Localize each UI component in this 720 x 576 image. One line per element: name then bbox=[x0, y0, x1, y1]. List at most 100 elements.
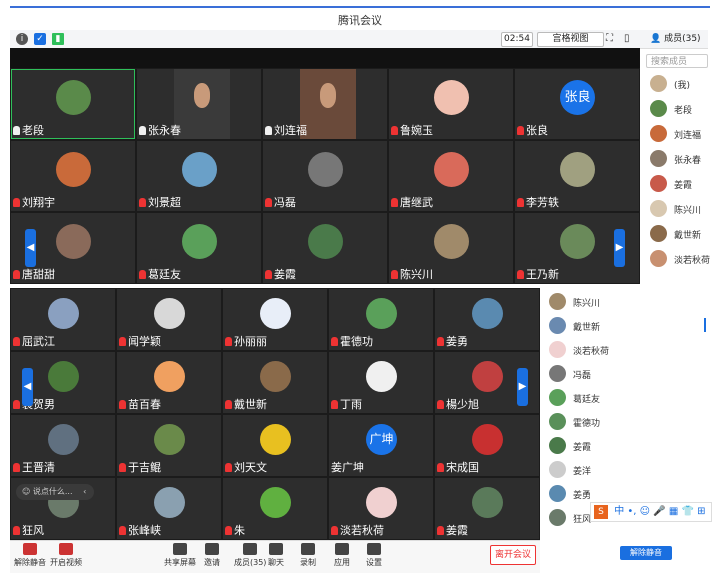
member-list-item[interactable]: 霍德功 bbox=[549, 412, 709, 432]
avatar bbox=[549, 341, 566, 358]
member-name: 刘连福 bbox=[674, 131, 702, 141]
video-tile[interactable]: 丁雨 bbox=[329, 352, 433, 413]
video-tile[interactable]: 王晋清 bbox=[11, 415, 115, 476]
member-list-item[interactable]: 戴世新 bbox=[650, 224, 710, 244]
chat-input[interactable]: ☺ 说点什么... ‹ bbox=[16, 484, 94, 500]
video-tile[interactable]: 刘景超 bbox=[137, 141, 261, 211]
participant-name-text: 王晋清 bbox=[22, 461, 55, 474]
video-tile[interactable]: 宋成国 bbox=[435, 415, 539, 476]
mic-muted-icon bbox=[517, 126, 524, 135]
avatar bbox=[549, 461, 566, 478]
avatar bbox=[260, 424, 291, 455]
mic-muted-icon bbox=[13, 463, 20, 472]
video-tile[interactable]: 刘天文 bbox=[223, 415, 327, 476]
member-list-item[interactable]: 戴世新 bbox=[549, 316, 709, 336]
participant-name-text: 霍德功 bbox=[340, 335, 373, 348]
participant-name-text: 冯磊 bbox=[274, 196, 296, 209]
shield-icon[interactable]: ✓ bbox=[34, 33, 46, 45]
video-tile[interactable]: 朱 bbox=[223, 478, 327, 539]
chevron-left-icon[interactable]: ‹ bbox=[83, 487, 86, 496]
avatar bbox=[560, 152, 595, 187]
next-page-arrow-2[interactable]: ▶ bbox=[517, 368, 528, 406]
leave-meeting-button[interactable]: 离开会议 bbox=[490, 545, 536, 565]
info-icon[interactable]: i bbox=[16, 33, 28, 45]
video-tile[interactable]: 鲁婉玉 bbox=[389, 69, 513, 139]
video-tile[interactable]: 姜勇 bbox=[435, 289, 539, 350]
member-list-item[interactable]: 姜霞 bbox=[549, 436, 709, 456]
video-tile[interactable]: 张永春 bbox=[137, 69, 261, 139]
avatar bbox=[308, 152, 343, 187]
video-tile[interactable]: 苗百春 bbox=[117, 352, 221, 413]
next-page-arrow[interactable]: ▶ bbox=[614, 229, 625, 267]
toolbar-button[interactable]: 共享屏幕 bbox=[164, 543, 196, 568]
video-tile[interactable]: 李芳轶 bbox=[515, 141, 639, 211]
video-tile[interactable]: 老段 bbox=[11, 69, 135, 139]
participant-name: 张峰峡 bbox=[119, 522, 161, 538]
video-tile[interactable]: 冯磊 bbox=[263, 141, 387, 211]
video-tile[interactable]: 霍德功 bbox=[329, 289, 433, 350]
prev-page-arrow[interactable]: ◀ bbox=[25, 229, 36, 267]
ime-toolbar[interactable]: S 中 •, ☺ 🎤 ▦ 👕 ⊞ bbox=[590, 502, 712, 522]
unmute-all-button[interactable]: 解除静音 bbox=[620, 546, 672, 560]
video-tile[interactable]: 姜霞 bbox=[263, 213, 387, 283]
participant-name-text: 屈武江 bbox=[22, 335, 55, 348]
member-list-item[interactable]: 陈兴川 bbox=[650, 199, 710, 219]
video-tile[interactable]: 戴世新 bbox=[223, 352, 327, 413]
participant-name: 老段 bbox=[13, 122, 44, 138]
video-tile[interactable]: 于吉鲲 bbox=[117, 415, 221, 476]
video-tile[interactable]: 唐继武 bbox=[389, 141, 513, 211]
grid-view-select[interactable]: 宫格视图 bbox=[537, 32, 604, 47]
sidebar-toggle-icon[interactable]: ▯ bbox=[624, 33, 630, 44]
prev-page-arrow-2[interactable]: ◀ bbox=[22, 368, 33, 406]
member-list-item[interactable]: 姜洋 bbox=[549, 460, 709, 480]
member-list-item[interactable]: (我) bbox=[650, 74, 710, 94]
participant-name-text: 王乃新 bbox=[526, 268, 559, 281]
video-tile[interactable]: 刘连福 bbox=[263, 69, 387, 139]
video-tile[interactable]: 张良 张良 bbox=[515, 69, 639, 139]
member-list-item[interactable]: 姜霞 bbox=[650, 174, 710, 194]
toolbar-button[interactable]: 解除静音 bbox=[14, 543, 46, 568]
video-tile[interactable]: 孙丽丽 bbox=[223, 289, 327, 350]
member-search-input[interactable]: 搜索成员 bbox=[646, 54, 708, 68]
scrollbar[interactable] bbox=[704, 318, 706, 332]
video-tile[interactable]: 姜霞 bbox=[435, 478, 539, 539]
toolbar-button[interactable]: 邀请 bbox=[204, 543, 220, 568]
video-tile[interactable]: 闻学颖 bbox=[117, 289, 221, 350]
member-list-item[interactable]: 姜勇 bbox=[549, 484, 709, 504]
signal-icon[interactable]: ▮ bbox=[52, 33, 64, 45]
member-list-item[interactable]: 陈兴川 bbox=[549, 292, 709, 312]
member-list-item[interactable]: 葛廷友 bbox=[549, 388, 709, 408]
member-list-item[interactable]: 淡若秋荷 bbox=[549, 340, 709, 360]
member-list-item[interactable]: 冯磊 bbox=[549, 364, 709, 384]
toolbar-button[interactable]: 开启视频 bbox=[50, 543, 82, 568]
avatar bbox=[182, 224, 217, 259]
participant-name-text: 丁雨 bbox=[340, 398, 362, 411]
avatar bbox=[650, 175, 667, 192]
toolbar-button[interactable]: 成员(35) bbox=[234, 543, 266, 568]
fullscreen-icon[interactable]: ⛶ bbox=[606, 33, 613, 44]
video-tile[interactable]: 葛廷友 bbox=[137, 213, 261, 283]
video-tile[interactable]: 张峰峡 bbox=[117, 478, 221, 539]
toolbar-button[interactable]: 聊天 bbox=[268, 543, 284, 568]
member-name: 淡若秋荷 bbox=[573, 347, 610, 357]
video-tile[interactable]: 淡若秋荷 bbox=[329, 478, 433, 539]
member-list-top: (我) 老段刘连福张永春姜霞陈兴川戴世新淡若秋荷 bbox=[650, 74, 710, 284]
toolbar-button[interactable]: 录制 bbox=[300, 543, 316, 568]
toolbar-button[interactable]: 设置 bbox=[366, 543, 382, 568]
video-tile[interactable]: 屈武江 bbox=[11, 289, 115, 350]
member-list-item[interactable]: 老段 bbox=[650, 99, 710, 119]
toolbar-button-label: 聊天 bbox=[268, 558, 284, 567]
participant-name-text: 姜勇 bbox=[446, 335, 468, 348]
video-tile[interactable]: 陈兴川 bbox=[389, 213, 513, 283]
toolbar-button[interactable]: 应用 bbox=[334, 543, 350, 568]
avatar bbox=[650, 100, 667, 117]
member-list-item[interactable]: 淡若秋荷 bbox=[650, 249, 710, 269]
video-tile[interactable]: 广坤 姜广坤 bbox=[329, 415, 433, 476]
participant-name: 姜勇 bbox=[437, 333, 468, 349]
video-tile[interactable]: 刘翔宇 bbox=[11, 141, 135, 211]
member-name: 姜霞 bbox=[573, 443, 592, 453]
participant-name: 孙丽丽 bbox=[225, 333, 267, 349]
members-button[interactable]: 👤 成员(35) bbox=[650, 32, 701, 46]
member-list-item[interactable]: 张永春 bbox=[650, 149, 710, 169]
member-list-item[interactable]: 刘连福 bbox=[650, 124, 710, 144]
